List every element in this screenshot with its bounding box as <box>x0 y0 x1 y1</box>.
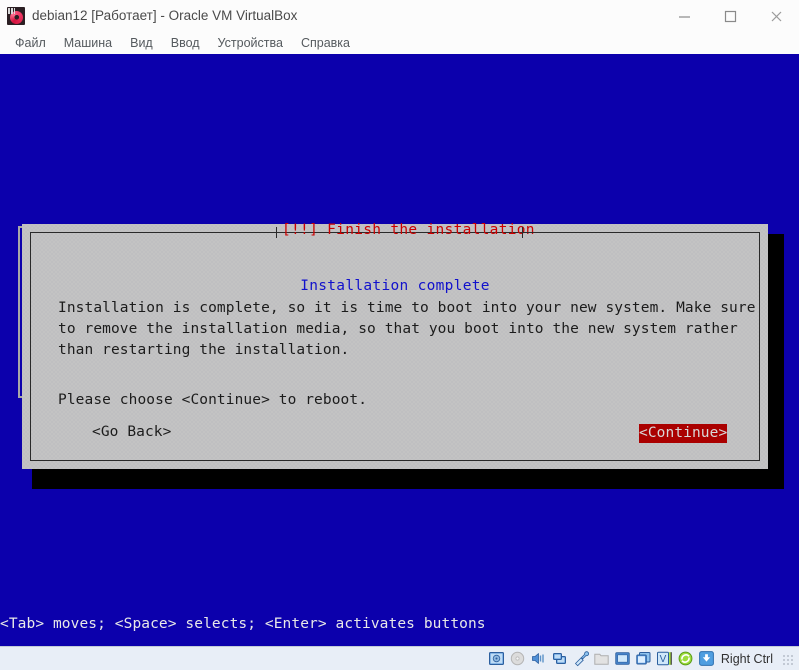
virtualbox-features-icon[interactable]: V <box>656 650 673 667</box>
optical-disk-icon[interactable] <box>509 650 526 667</box>
virtualbox-window: debian12 [Работает] - Oracle VM VirtualB… <box>0 0 799 670</box>
installer-dialog: [!!] Finish the installation Installatio… <box>22 222 768 469</box>
minimize-button[interactable] <box>661 0 707 32</box>
host-key-icon[interactable] <box>698 650 715 667</box>
statusbar-icons: V <box>488 650 715 667</box>
display-icon[interactable] <box>614 650 631 667</box>
hard-disk-icon[interactable] <box>488 650 505 667</box>
window-titlebar: debian12 [Работает] - Oracle VM VirtualB… <box>0 0 799 33</box>
window-controls <box>661 0 799 32</box>
host-key-label: Right Ctrl <box>720 651 773 666</box>
dialog-title: [!!] Finish the installation <box>282 222 535 238</box>
network-icon[interactable] <box>551 650 568 667</box>
usb-icon[interactable] <box>572 650 589 667</box>
shared-folders-icon[interactable] <box>593 650 610 667</box>
recording-icon[interactable] <box>635 650 652 667</box>
dialog-subtitle: Installation complete <box>300 278 490 294</box>
go-back-button[interactable]: <Go Back> <box>92 424 171 440</box>
audio-icon[interactable] <box>530 650 547 667</box>
resize-grip[interactable] <box>781 652 793 665</box>
close-button[interactable] <box>753 0 799 32</box>
maximize-button[interactable] <box>707 0 753 32</box>
svg-text:V: V <box>660 654 667 665</box>
vm-guest-screen[interactable]: [!!] Finish the installation Installatio… <box>0 54 799 646</box>
installer-help-line: <Tab> moves; <Space> selects; <Enter> ac… <box>0 615 799 634</box>
menubar: Файл Машина Вид Ввод Устройства Справка <box>0 32 799 54</box>
menu-item-help[interactable]: Справка <box>292 34 359 52</box>
mouse-integration-icon[interactable] <box>677 650 694 667</box>
title-rule-left <box>30 232 276 233</box>
title-rule-right <box>523 232 760 233</box>
vbox-statusbar: V Right Ctrl <box>0 646 799 670</box>
dialog-titlebar: [!!] Finish the installation <box>30 222 760 238</box>
title-tick-left <box>276 227 277 238</box>
menu-item-machine[interactable]: Машина <box>55 34 121 52</box>
dialog-prompt-text: Please choose <Continue> to reboot. <box>58 392 368 408</box>
dialog-body-text: Installation is complete, so it is time … <box>58 300 765 358</box>
menu-item-devices[interactable]: Устройства <box>209 34 292 52</box>
continue-button[interactable]: <Continue> <box>639 424 728 443</box>
virtualbox-icon <box>7 7 25 25</box>
menu-item-file[interactable]: Файл <box>6 34 55 52</box>
window-title: debian12 [Работает] - Oracle VM VirtualB… <box>32 8 298 23</box>
menu-item-view[interactable]: Вид <box>121 34 162 52</box>
menu-item-input[interactable]: Ввод <box>162 34 209 52</box>
